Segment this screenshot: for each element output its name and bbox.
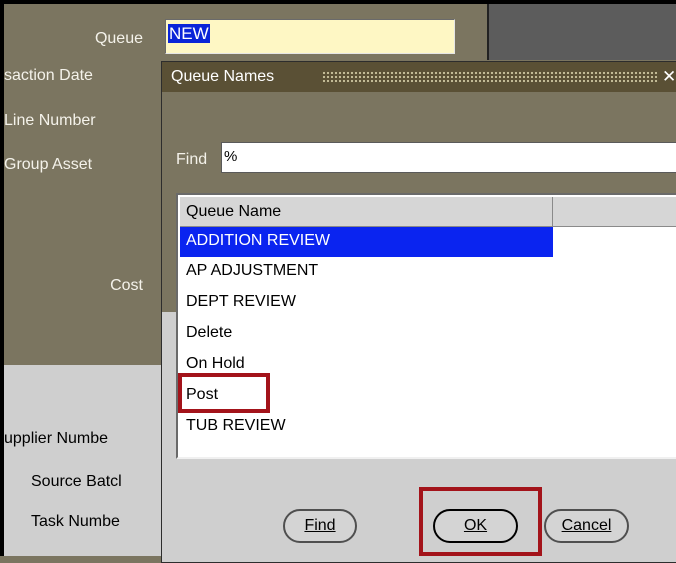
queue-name-list[interactable]: Queue Name ADDITION REVIEW AP ADJUSTMENT…: [176, 193, 676, 459]
supplier-number-label: upplier Numbe: [4, 430, 109, 447]
cost-label: Cost: [110, 277, 143, 294]
close-icon[interactable]: ✕: [662, 67, 676, 87]
find-button[interactable]: Find: [283, 509, 357, 543]
transaction-date-label: saction Date: [4, 67, 93, 84]
queue-label: Queue: [94, 30, 143, 47]
task-number-label: Task Numbe: [31, 513, 120, 530]
list-item[interactable]: Delete: [180, 319, 553, 349]
dialog-title: Queue Names: [171, 68, 275, 85]
list-item[interactable]: DEPT REVIEW: [180, 288, 553, 318]
cancel-button[interactable]: Cancel: [544, 509, 629, 543]
find-input[interactable]: %: [221, 142, 676, 173]
queue-field[interactable]: NEW: [165, 19, 455, 54]
queue-value: NEW: [168, 24, 210, 43]
list-header: Queue Name: [180, 197, 676, 227]
titlebar-grip: [322, 71, 658, 83]
list-item[interactable]: TUB REVIEW: [180, 412, 553, 442]
column-header-empty: [554, 197, 676, 226]
post-highlight-box: [178, 373, 270, 413]
source-batch-label: Source Batcl: [31, 473, 122, 490]
find-button-label: Find: [304, 517, 336, 534]
group-asset-label: Group Asset: [4, 156, 93, 173]
ok-highlight-box: [419, 487, 542, 556]
list-item[interactable]: ADDITION REVIEW: [180, 227, 553, 257]
background-region: [487, 4, 676, 60]
find-label: Find: [176, 151, 208, 168]
line-number-label: Line Number: [4, 112, 96, 129]
column-header-queue-name[interactable]: Queue Name: [180, 197, 553, 226]
dialog-titlebar[interactable]: Queue Names ✕: [162, 62, 676, 92]
list-item[interactable]: AP ADJUSTMENT: [180, 257, 553, 287]
cancel-button-label: Cancel: [561, 517, 612, 534]
